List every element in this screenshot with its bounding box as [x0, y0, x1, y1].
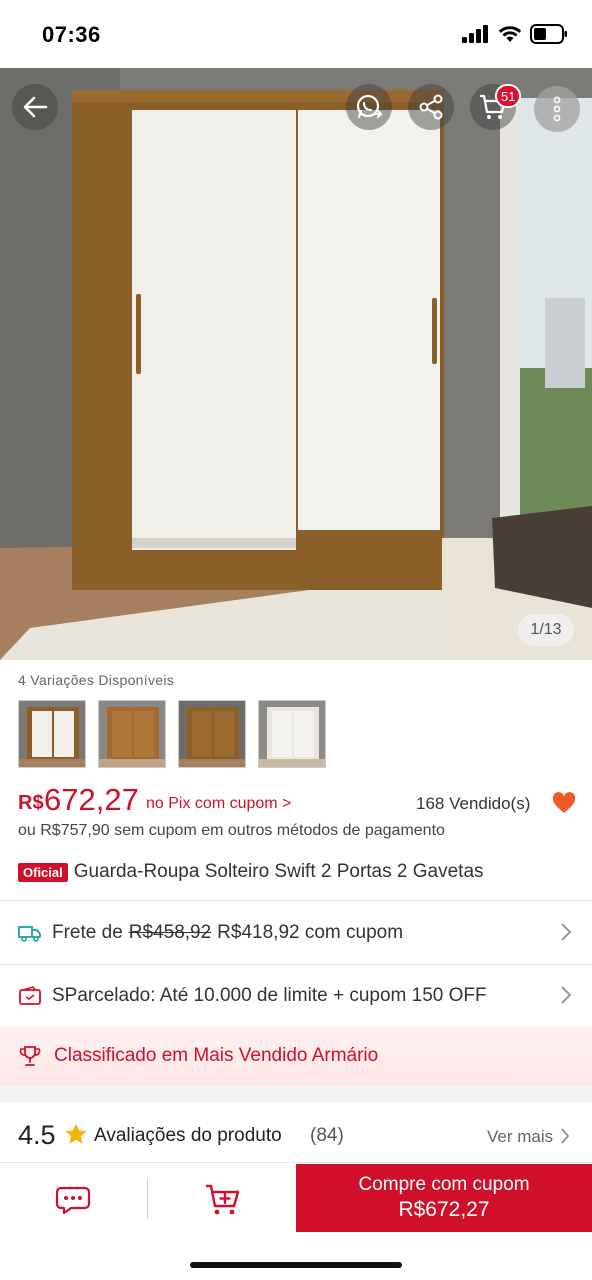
- whatsapp-share-icon: [356, 94, 383, 119]
- reviews-count: (84): [310, 1125, 344, 1146]
- divider: [147, 1179, 148, 1219]
- battery-icon: [530, 24, 567, 44]
- chevron-right-icon: [561, 986, 572, 1004]
- rating-value: 4.5: [18, 1120, 56, 1150]
- shipping-row[interactable]: Frete de R$458,92 R$418,92 com cupom: [0, 902, 592, 964]
- variation-thumb-2[interactable]: [98, 700, 166, 768]
- shipping-label: Frete de: [52, 922, 123, 943]
- share-button[interactable]: [408, 84, 454, 130]
- chevron-right-icon: [561, 923, 572, 941]
- divider: [0, 900, 592, 901]
- share-icon: [419, 94, 443, 120]
- section-gap: [0, 1086, 592, 1102]
- bottom-action-bar: Compre com cupom R$672,27: [0, 1162, 592, 1234]
- product-photo: [0, 68, 592, 660]
- variation-thumbnails: [18, 700, 326, 768]
- whatsapp-share-button[interactable]: [346, 84, 392, 130]
- variation-thumb-4[interactable]: [258, 700, 326, 768]
- reviews-header[interactable]: 4.5 Avaliações do produto (84) Ver mais: [0, 1110, 592, 1162]
- image-counter: 1/13: [518, 614, 574, 646]
- buy-button-price: R$672,27: [398, 1198, 490, 1221]
- alternative-price-text: ou R$757,90 sem cupom em outros métodos …: [18, 822, 445, 839]
- status-time: 07:36: [42, 22, 101, 47]
- official-badge: Oficial: [18, 862, 68, 882]
- product-title: Guarda-Roupa Solteiro Swift 2 Portas 2 G…: [73, 861, 484, 882]
- home-indicator: [190, 1262, 402, 1268]
- price-value: 672,27: [44, 782, 139, 817]
- truck-icon: [18, 921, 42, 945]
- see-more-link[interactable]: Ver mais: [487, 1127, 553, 1147]
- trophy-icon: [18, 1044, 42, 1068]
- cart-count-badge: 51: [495, 84, 522, 108]
- variation-thumb-1[interactable]: [18, 700, 86, 768]
- back-arrow-icon: [23, 96, 48, 118]
- status-bar: 07:36: [0, 0, 592, 68]
- heart-icon[interactable]: [552, 792, 576, 814]
- variation-thumb-3[interactable]: [178, 700, 246, 768]
- signal-icon: [462, 25, 488, 43]
- pix-coupon-link[interactable]: no Pix com cupom >: [146, 795, 291, 813]
- chevron-right-icon: [561, 1128, 570, 1144]
- buy-button-label: Compre com cupom: [358, 1174, 530, 1195]
- ranking-text: Classificado em Mais Vendido Armário: [54, 1045, 379, 1066]
- star-icon: [65, 1123, 87, 1144]
- price-currency: R$: [18, 792, 44, 814]
- installments-text: SParcelado: Até 10.000 de limite + cupom…: [52, 985, 487, 1006]
- more-options-button[interactable]: [534, 86, 580, 132]
- buy-with-coupon-button[interactable]: Compre com cupom R$672,27: [296, 1164, 592, 1232]
- variations-label: 4 Variações Disponíveis: [18, 672, 175, 688]
- shipping-old-price: R$458,92: [128, 922, 212, 943]
- shipping-new-price: R$418,92 com cupom: [217, 922, 404, 943]
- chat-icon: [55, 1186, 91, 1215]
- wallet-icon: [18, 984, 42, 1008]
- price-row: R$ 672,27 no Pix com cupom > 168 Vendido…: [18, 782, 578, 822]
- status-icons: [462, 24, 568, 44]
- back-button[interactable]: [12, 84, 58, 130]
- ranking-banner[interactable]: Classificado em Mais Vendido Armário: [0, 1026, 592, 1086]
- sold-count: 168 Vendido(s): [416, 794, 531, 813]
- more-vertical-icon: [553, 96, 561, 122]
- installments-row[interactable]: SParcelado: Até 10.000 de limite + cupom…: [0, 965, 592, 1027]
- chat-button[interactable]: [40, 1177, 110, 1221]
- product-image-gallery[interactable]: [0, 68, 592, 660]
- add-to-cart-button[interactable]: [188, 1177, 258, 1221]
- product-title-row: Oficial Guarda-Roupa Solteiro Swift 2 Po…: [18, 858, 484, 886]
- add-to-cart-icon: [206, 1184, 240, 1215]
- reviews-label: Avaliações do produto: [94, 1125, 282, 1146]
- wifi-icon: [498, 26, 522, 42]
